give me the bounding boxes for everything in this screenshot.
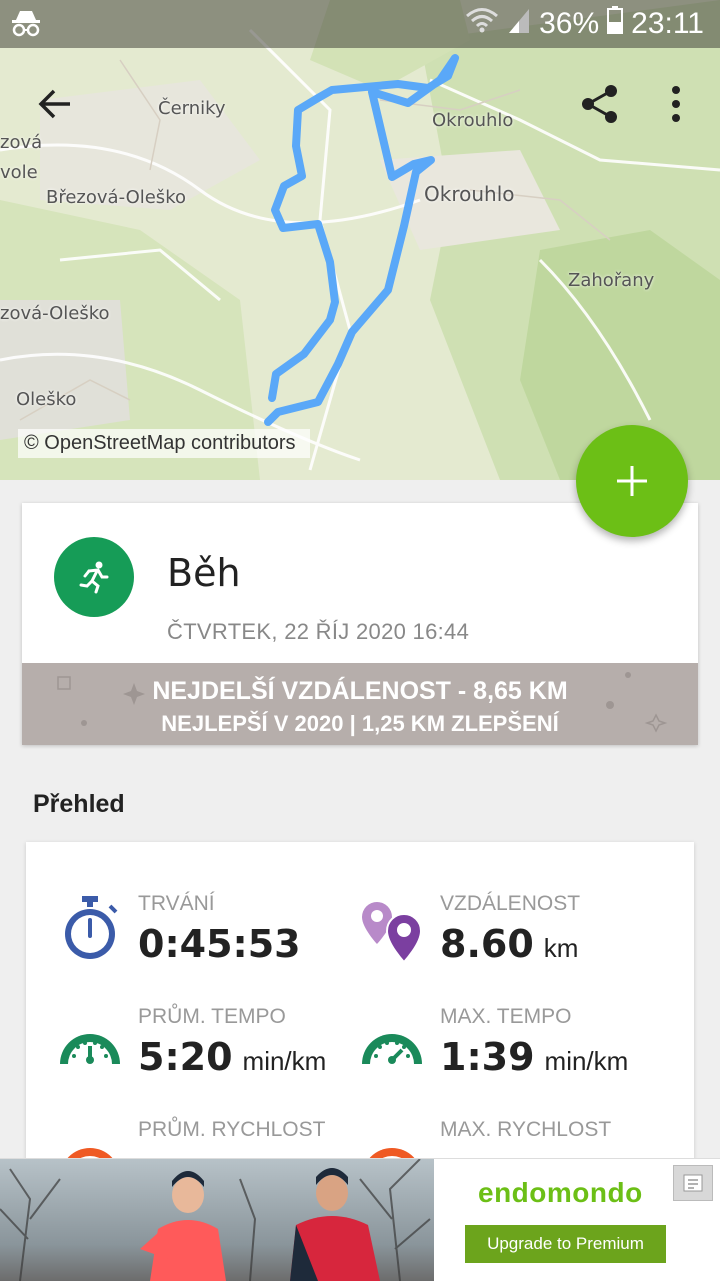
duration-label: TRVÁNÍ — [138, 892, 215, 915]
max-pace-value: 1:39 min/km — [440, 1035, 629, 1079]
gauge-icon — [360, 1016, 424, 1073]
battery-percent: 36% — [539, 7, 600, 40]
upgrade-premium-button[interactable]: Upgrade to Premium — [465, 1225, 666, 1263]
map-label: zová-Oleško — [0, 303, 110, 324]
avg-speed-label: PRŮM. RYCHLOST — [138, 1118, 326, 1141]
running-icon — [54, 537, 134, 617]
back-button[interactable] — [36, 84, 76, 129]
map-label: Okrouhlo — [432, 110, 514, 131]
route-map[interactable]: Černiky Okrouhlo Okrouhlo Březová-Oleško… — [0, 0, 720, 480]
wifi-icon — [465, 7, 499, 41]
max-speed-label: MAX. RYCHLOST — [440, 1118, 612, 1141]
more-options-button[interactable] — [668, 84, 684, 129]
workout-summary-card: Běh ČTVRTEK, 22 ŘÍJ 2020 16:44 NEJDELŠÍ … — [22, 503, 698, 745]
overview-card: TRVÁNÍ 0:45:53 VZDÁLENOST 8.60 km PRŮM. T… — [26, 842, 694, 1202]
distance-value: 8.60 km — [440, 922, 579, 966]
ad-close-button[interactable] — [673, 1165, 713, 1201]
avg-pace-label: PRŮM. TEMPO — [138, 1005, 286, 1028]
map-label: zová — [0, 132, 43, 153]
plus-icon — [617, 466, 647, 496]
share-button[interactable] — [578, 82, 622, 131]
map-label: Černiky — [158, 98, 226, 119]
share-icon — [582, 85, 617, 123]
status-bar: 36% 23:11 — [0, 0, 720, 48]
map-label: vole — [0, 162, 38, 183]
map-label: Zahořany — [568, 270, 655, 291]
ad-banner[interactable]: endomondo Upgrade to Premium — [0, 1158, 720, 1281]
clock: 23:11 — [631, 7, 704, 40]
battery-icon — [607, 6, 624, 42]
add-button[interactable] — [576, 425, 688, 537]
map-label: Oleško — [16, 389, 77, 410]
record-title: NEJDELŠÍ VZDÁLENOST - 8,65 KM — [152, 677, 568, 705]
personal-record-banner[interactable]: NEJDELŠÍ VZDÁLENOST - 8,65 KM NEJLEPŠÍ V… — [22, 663, 698, 745]
map-attribution[interactable]: © OpenStreetMap contributors — [18, 429, 310, 458]
duration-value: 0:45:53 — [138, 922, 301, 966]
overview-heading: Přehled — [33, 790, 125, 818]
stopwatch-icon — [60, 894, 122, 969]
endomondo-logo: endomondo — [478, 1177, 643, 1208]
sport-name: Běh — [167, 551, 241, 595]
max-pace-label: MAX. TEMPO — [440, 1005, 572, 1028]
record-subtitle: NEJLEPŠÍ V 2020 | 1,25 KM ZLEPŠENÍ — [161, 711, 559, 736]
avg-pace-value: 5:20 min/km — [138, 1035, 327, 1079]
workout-date: ČTVRTEK, 22 ŘÍJ 2020 16:44 — [167, 619, 470, 644]
ad-image — [0, 1159, 434, 1281]
signal-icon — [507, 7, 531, 41]
map-label: Březová-Oleško — [46, 187, 186, 208]
map-tiles — [0, 0, 720, 480]
arrow-back-icon — [38, 89, 70, 119]
map-label: Okrouhlo — [424, 182, 515, 206]
gauge-icon — [58, 1016, 122, 1073]
incognito-icon — [10, 8, 42, 43]
distance-label: VZDÁLENOST — [440, 892, 581, 915]
map-pin-icon — [360, 898, 426, 969]
ad-info-icon — [683, 1174, 703, 1192]
more-vert-icon — [672, 86, 680, 122]
